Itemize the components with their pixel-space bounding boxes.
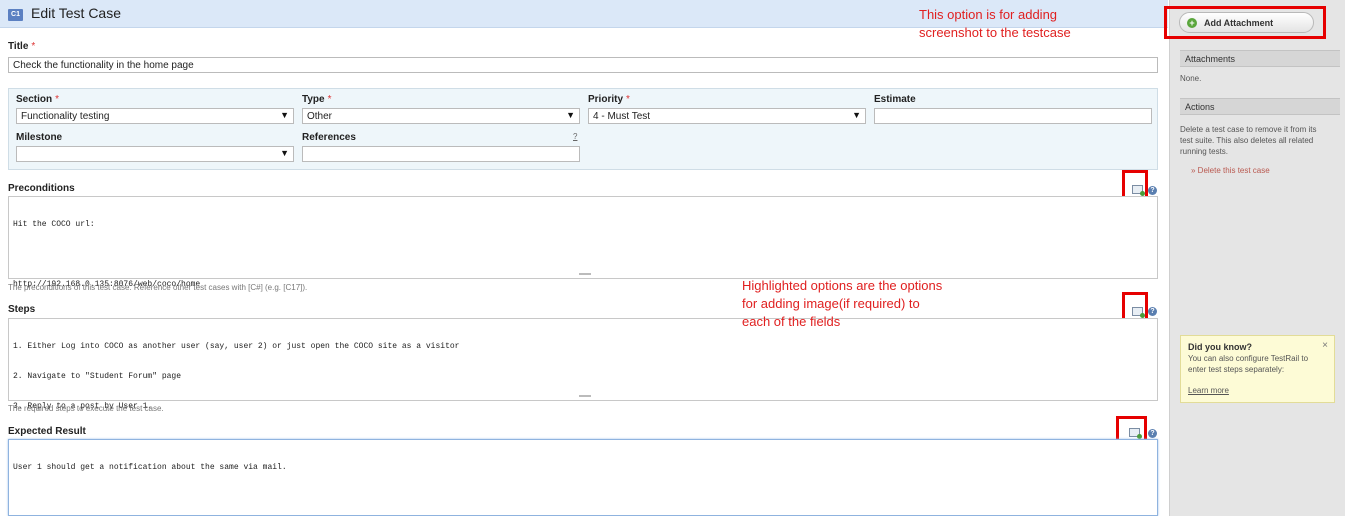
actions-description: Delete a test case to remove it from its… — [1180, 125, 1317, 156]
tip-title: Did you know? — [1188, 342, 1252, 352]
steps-line: 2. Navigate to "Student Forum" page — [13, 372, 182, 381]
title-input[interactable]: Check the functionality in the home page — [8, 57, 1158, 73]
close-icon[interactable]: × — [1322, 340, 1328, 351]
chevron-down-icon: ▼ — [566, 110, 575, 120]
chevron-down-icon: ▼ — [280, 148, 289, 158]
milestone-label: Milestone — [16, 132, 63, 143]
priority-select[interactable]: 4 - Must Test ▼ — [588, 108, 866, 124]
insert-image-icon[interactable] — [1129, 428, 1142, 439]
add-attachment-label: Add Attachment — [1204, 18, 1274, 28]
preconditions-line: Hit the COCO url: — [13, 220, 95, 229]
help-icon[interactable]: ? — [1148, 186, 1157, 195]
add-icon: + — [1187, 18, 1197, 28]
learn-more-link[interactable]: Learn more — [1188, 386, 1229, 395]
preconditions-line — [13, 250, 1153, 260]
insert-image-icon[interactable] — [1132, 307, 1145, 318]
preconditions-hint: The preconditions of this test case. Ref… — [8, 283, 308, 292]
references-label: References — [302, 132, 356, 143]
preconditions-textarea[interactable]: Hit the COCO url: http://192.168.0.135:8… — [8, 196, 1158, 289]
type-select[interactable]: Other ▼ — [302, 108, 580, 124]
steps-line: 1. Either Log into COCO as another user … — [13, 342, 460, 351]
type-label: Type * — [302, 94, 332, 105]
title-label: Title * — [8, 41, 36, 52]
milestone-select[interactable]: ▼ — [16, 146, 294, 162]
expected-result-line: User 1 should get a notification about t… — [13, 463, 287, 472]
resize-grip[interactable] — [579, 395, 591, 397]
add-attachment-button[interactable]: + Add Attachment — [1179, 12, 1314, 33]
steps-label: Steps — [8, 304, 36, 315]
estimate-input[interactable] — [874, 108, 1152, 124]
section-select[interactable]: Functionality testing ▼ — [16, 108, 294, 124]
chevron-down-icon: ▼ — [852, 110, 861, 120]
attachments-header: Attachments — [1180, 50, 1340, 67]
help-icon[interactable]: ? — [1148, 307, 1157, 316]
priority-label: Priority * — [588, 94, 630, 105]
test-case-icon: C1 — [8, 9, 23, 21]
page-title: Edit Test Case — [31, 5, 122, 21]
steps-hint: The required steps to execute the test c… — [8, 404, 164, 413]
annotation-add-attachment: This option is for adding screenshot to … — [919, 7, 1071, 40]
preconditions-label: Preconditions — [8, 183, 75, 194]
resize-grip[interactable] — [579, 273, 591, 275]
did-you-know-box: Did you know? × You can also configure T… — [1180, 335, 1335, 403]
references-help-link[interactable]: ? — [573, 132, 577, 141]
references-input[interactable] — [302, 146, 580, 162]
steps-textarea[interactable]: 1. Either Log into COCO as another user … — [8, 318, 1158, 411]
tip-text: You can also configure TestRail to enter… — [1188, 354, 1309, 374]
expected-result-label: Expected Result — [8, 426, 86, 437]
insert-image-icon[interactable] — [1132, 185, 1145, 196]
section-label: Section * — [16, 94, 60, 105]
expected-result-textarea[interactable]: User 1 should get a notification about t… — [8, 439, 1158, 516]
delete-test-case-link[interactable]: » Delete this test case — [1191, 166, 1270, 175]
annotation-image-options: Highlighted options are the options for … — [742, 278, 943, 329]
actions-header: Actions — [1180, 98, 1340, 115]
estimate-label: Estimate — [874, 94, 916, 105]
attachments-text: None. — [1180, 74, 1202, 83]
help-icon[interactable]: ? — [1148, 429, 1157, 438]
steps-line: 3. Reply to a post by User 1. — [13, 402, 153, 411]
chevron-down-icon: ▼ — [280, 110, 289, 120]
